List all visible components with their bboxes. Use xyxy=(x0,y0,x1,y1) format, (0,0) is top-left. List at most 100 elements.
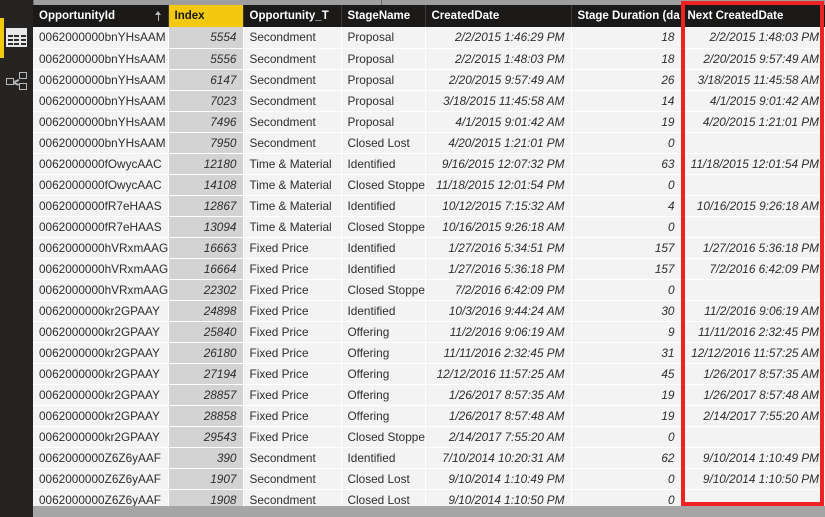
cell-stage-duration[interactable]: 0 xyxy=(571,216,682,238)
cell-index[interactable]: 13094 xyxy=(168,216,244,238)
cell-created-date[interactable]: 10/16/2015 9:26:18 AM xyxy=(425,216,572,238)
cell-index[interactable]: 14108 xyxy=(168,174,244,196)
cell-index[interactable]: 5556 xyxy=(168,48,244,70)
cell-stage-duration[interactable]: 14 xyxy=(571,90,682,112)
table-row[interactable]: 0062000000bnYHsAAM 7950 Secondment Closed L… xyxy=(33,132,825,154)
table-row[interactable]: 0062000000fOwycAAC 12180 Time & Material Id… xyxy=(33,153,825,175)
cell-stage-name[interactable]: Proposal xyxy=(341,111,426,133)
cell-stage-name[interactable]: Offering xyxy=(341,384,426,406)
cell-index[interactable]: 7496 xyxy=(168,111,244,133)
cell-opportunity-type[interactable]: Fixed Price xyxy=(243,300,342,322)
cell-created-date[interactable]: 11/11/2016 2:32:45 PM xyxy=(425,342,572,364)
cell-next-created-date[interactable]: 1/27/2016 5:36:18 PM xyxy=(681,237,825,259)
column-header-created-date[interactable]: CreatedDate xyxy=(425,5,572,27)
cell-opportunity-id[interactable]: 0062000000bnYHsAAM xyxy=(33,69,169,91)
cell-next-created-date[interactable]: 2/20/2015 9:57:49 AM xyxy=(681,48,825,70)
cell-stage-name[interactable]: Closed Lost xyxy=(341,489,426,506)
table-row[interactable]: 0062000000hVRxmAAG 16664 Fixed Price Identi… xyxy=(33,258,825,280)
cell-opportunity-type[interactable]: Time & Material xyxy=(243,195,342,217)
cell-created-date[interactable]: 11/18/2015 12:01:54 PM xyxy=(425,174,572,196)
cell-opportunity-id[interactable]: 0062000000hVRxmAAG xyxy=(33,258,169,280)
table-row[interactable]: 0062000000fOwycAAC 14108 Time & Material Cl… xyxy=(33,174,825,196)
cell-opportunity-type[interactable]: Time & Material xyxy=(243,174,342,196)
table-row[interactable]: 0062000000kr2GPAAY 24898 Fixed Price Identi… xyxy=(33,300,825,322)
cell-stage-name[interactable]: Offering xyxy=(341,342,426,364)
cell-opportunity-type[interactable]: Fixed Price xyxy=(243,405,342,427)
cell-stage-name[interactable]: Offering xyxy=(341,405,426,427)
column-header-opportunity-type[interactable]: Opportunity_T xyxy=(243,5,342,27)
cell-index[interactable]: 7023 xyxy=(168,90,244,112)
horizontal-scrollbar[interactable] xyxy=(33,506,825,517)
cell-created-date[interactable]: 1/26/2017 8:57:48 AM xyxy=(425,405,572,427)
cell-created-date[interactable]: 7/10/2014 10:20:31 AM xyxy=(425,447,572,469)
cell-opportunity-type[interactable]: Fixed Price xyxy=(243,279,342,301)
cell-opportunity-id[interactable]: 0062000000hVRxmAAG xyxy=(33,279,169,301)
cell-created-date[interactable]: 2/14/2017 7:55:20 AM xyxy=(425,426,572,448)
cell-stage-duration[interactable]: 31 xyxy=(571,342,682,364)
cell-stage-name[interactable]: Proposal xyxy=(341,48,426,70)
cell-index[interactable]: 16663 xyxy=(168,237,244,259)
cell-next-created-date[interactable] xyxy=(681,216,825,238)
cell-opportunity-id[interactable]: 0062000000fR7eHAAS xyxy=(33,195,169,217)
cell-opportunity-id[interactable]: 0062000000fR7eHAAS xyxy=(33,216,169,238)
cell-opportunity-id[interactable]: 0062000000kr2GPAAY xyxy=(33,405,169,427)
cell-opportunity-id[interactable]: 0062000000kr2GPAAY xyxy=(33,384,169,406)
cell-created-date[interactable]: 3/18/2015 11:45:58 AM xyxy=(425,90,572,112)
cell-next-created-date[interactable]: 7/2/2016 6:42:09 PM xyxy=(681,258,825,280)
cell-stage-name[interactable]: Identified xyxy=(341,447,426,469)
table-row[interactable]: 0062000000kr2GPAAY 28858 Fixed Price Offeri… xyxy=(33,405,825,427)
table-row[interactable]: 0062000000hVRxmAAG 16663 Fixed Price Identi… xyxy=(33,237,825,259)
cell-index[interactable]: 16664 xyxy=(168,258,244,280)
cell-opportunity-id[interactable]: 0062000000hVRxmAAG xyxy=(33,237,169,259)
cell-opportunity-type[interactable]: Fixed Price xyxy=(243,321,342,343)
cell-next-created-date[interactable]: 3/18/2015 11:45:58 AM xyxy=(681,69,825,91)
cell-next-created-date[interactable] xyxy=(681,132,825,154)
cell-index[interactable]: 12867 xyxy=(168,195,244,217)
cell-index[interactable]: 1908 xyxy=(168,489,244,506)
cell-stage-name[interactable]: Closed Stopped xyxy=(341,216,426,238)
cell-opportunity-id[interactable]: 0062000000bnYHsAAM xyxy=(33,90,169,112)
cell-stage-name[interactable]: Closed Lost xyxy=(341,468,426,490)
cell-stage-duration[interactable]: 63 xyxy=(571,153,682,175)
cell-stage-name[interactable]: Closed Stopped xyxy=(341,174,426,196)
cell-created-date[interactable]: 4/20/2015 1:21:01 PM xyxy=(425,132,572,154)
cell-stage-duration[interactable]: 0 xyxy=(571,426,682,448)
cell-created-date[interactable]: 9/10/2014 1:10:49 PM xyxy=(425,468,572,490)
cell-index[interactable]: 26180 xyxy=(168,342,244,364)
cell-opportunity-id[interactable]: 0062000000bnYHsAAM xyxy=(33,111,169,133)
cell-next-created-date[interactable]: 9/10/2014 1:10:50 PM xyxy=(681,468,825,490)
cell-opportunity-id[interactable]: 0062000000Z6Z6yAAF xyxy=(33,489,169,506)
cell-stage-name[interactable]: Proposal xyxy=(341,90,426,112)
cell-stage-name[interactable]: Proposal xyxy=(341,69,426,91)
cell-stage-duration[interactable]: 0 xyxy=(571,132,682,154)
cell-stage-duration[interactable]: 19 xyxy=(571,111,682,133)
cell-stage-duration[interactable]: 9 xyxy=(571,321,682,343)
cell-stage-duration[interactable]: 4 xyxy=(571,195,682,217)
cell-next-created-date[interactable]: 2/2/2015 1:48:03 PM xyxy=(681,27,825,49)
table-row[interactable]: 0062000000kr2GPAAY 27194 Fixed Price Offeri… xyxy=(33,363,825,385)
cell-opportunity-type[interactable]: Secondment xyxy=(243,111,342,133)
cell-stage-duration[interactable]: 45 xyxy=(571,363,682,385)
cell-created-date[interactable]: 1/27/2016 5:34:51 PM xyxy=(425,237,572,259)
cell-next-created-date[interactable] xyxy=(681,279,825,301)
cell-created-date[interactable]: 10/12/2015 7:15:32 AM xyxy=(425,195,572,217)
cell-index[interactable]: 12180 xyxy=(168,153,244,175)
cell-stage-duration[interactable]: 0 xyxy=(571,174,682,196)
cell-opportunity-id[interactable]: 0062000000kr2GPAAY xyxy=(33,363,169,385)
cell-index[interactable]: 25840 xyxy=(168,321,244,343)
cell-opportunity-id[interactable]: 0062000000kr2GPAAY xyxy=(33,321,169,343)
cell-created-date[interactable]: 1/26/2017 8:57:35 AM xyxy=(425,384,572,406)
cell-opportunity-id[interactable]: 0062000000Z6Z6yAAF xyxy=(33,468,169,490)
cell-opportunity-type[interactable]: Fixed Price xyxy=(243,384,342,406)
cell-opportunity-id[interactable]: 0062000000bnYHsAAM xyxy=(33,48,169,70)
cell-opportunity-id[interactable]: 0062000000fOwycAAC xyxy=(33,174,169,196)
table-row[interactable]: 0062000000Z6Z6yAAF 1907 Secondment Closed L… xyxy=(33,468,825,490)
column-header-opportunity-id[interactable]: OpportunityId xyxy=(33,5,169,27)
cell-stage-duration[interactable]: 157 xyxy=(571,237,682,259)
column-header-stage-duration[interactable]: Stage Duration (da xyxy=(571,5,682,27)
sort-ascending-icon[interactable] xyxy=(155,10,163,22)
cell-next-created-date[interactable]: 1/26/2017 8:57:35 AM xyxy=(681,363,825,385)
cell-index[interactable]: 1907 xyxy=(168,468,244,490)
table-row[interactable]: 0062000000Z6Z6yAAF 1908 Secondment Closed L… xyxy=(33,489,825,506)
cell-stage-duration[interactable]: 30 xyxy=(571,300,682,322)
